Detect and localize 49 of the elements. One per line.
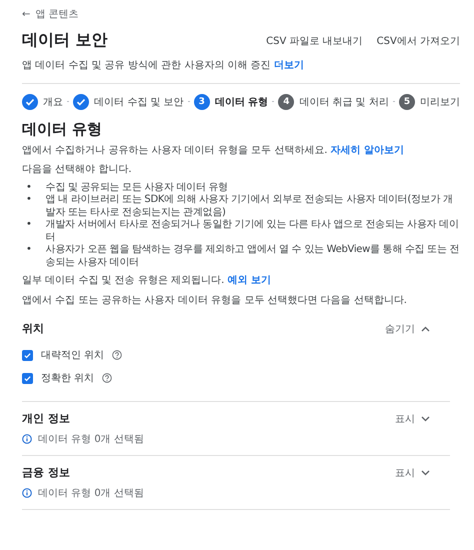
section-title: 위치 [22,321,44,336]
step-number: 5 [399,94,416,110]
bullet-item: 개발자 서버에서 타사로 전송되거나 동일한 기기에 있는 다른 타사 앱으로 전송되는 사용자 데이터 [46,219,460,244]
help-icon[interactable] [102,373,112,383]
section-toggle[interactable]: 숨기기 [385,322,430,336]
section-toggle[interactable]: 표시 [395,466,430,480]
learn-more-link[interactable]: 자세히 알아보기 [330,144,404,156]
step-label[interactable]: 데이터 유형 [214,94,268,108]
description-text: 앱에서 수집하거나 공유하는 사용자 데이터 유형을 모두 선택하세요. 자세히 알아보기 [22,144,406,157]
step-label[interactable]: 개요 [43,94,63,108]
page-title: 데이터 보안 [22,30,108,51]
bullet-marker: • [26,219,32,232]
learn-more-link[interactable]: 더보기 [274,60,304,71]
csv-action-button[interactable]: CSV에서 가져오기 [376,34,460,48]
help-icon[interactable] [112,350,122,360]
step-number: 3 [194,94,210,110]
step-label[interactable]: 미리보기 [420,94,460,108]
section-summary: 데이터 유형 0개 선택됨 [38,487,144,500]
chevron-up-icon [421,326,430,332]
description-text: 일부 데이터 수집 및 전송 유형은 제외됩니다. 예외 보기 [22,274,272,288]
step-label[interactable]: 데이터 수집 및 보안 [94,94,184,108]
bullet-marker: • [26,194,32,207]
csv-action-button[interactable]: CSV 파일로 내보내기 [266,34,363,48]
section-toggle[interactable]: 표시 [395,412,430,426]
bullet-item: 사용자가 오픈 웹을 탐색하는 경우를 제외하고 앱에서 열 수 있는 WebView를 통해 수집 또는 전송되는 사용자 데이터 [46,244,460,269]
bullet-marker: • [26,244,32,257]
description-text: 앱 데이터 수집 및 공유 방식에 관한 사용자의 이해 증진 더보기 [22,59,460,84]
step-label[interactable]: 데이터 취급 및 처리 [299,94,389,108]
section-title: 금융 정보 [22,465,70,480]
chevron-down-icon [421,470,430,476]
bullet-item: 수집 및 공유되는 모든 사용자 데이터 유형 [46,182,228,194]
info-icon [22,488,32,498]
checkbox[interactable] [22,372,33,384]
bullet-marker: • [26,182,32,194]
checkbox-label: 대략적인 위치 [41,349,104,362]
description-text: 다음을 선택해야 합니다. [22,163,133,176]
checkbox[interactable] [22,350,33,360]
info-icon [22,434,32,444]
section-title: 개인 정보 [22,411,70,426]
section-heading: 데이터 유형 [22,120,104,138]
learn-more-link[interactable]: 예외 보기 [227,275,271,286]
section-summary: 데이터 유형 0개 선택됨 [38,433,144,446]
checkbox-label: 정확한 위치 [41,372,94,385]
back-arrow-icon[interactable]: ← [22,8,30,20]
chevron-down-icon [421,416,430,422]
bullet-item: 앱 내 라이브러리 또는 SDK에 의해 사용자 기기에서 외부로 전송되는 사용자 데이터(정보가 개발자 또는 타사로 전송되는지는 관계없음) [46,194,454,219]
description-text: 앱에서 수집 또는 공유하는 사용자 데이터 유형을 모두 선택했다면 다음을 선택합니다. [22,294,408,307]
back-link[interactable]: 앱 콘텐츠 [35,7,79,21]
step-number: 4 [278,94,294,110]
